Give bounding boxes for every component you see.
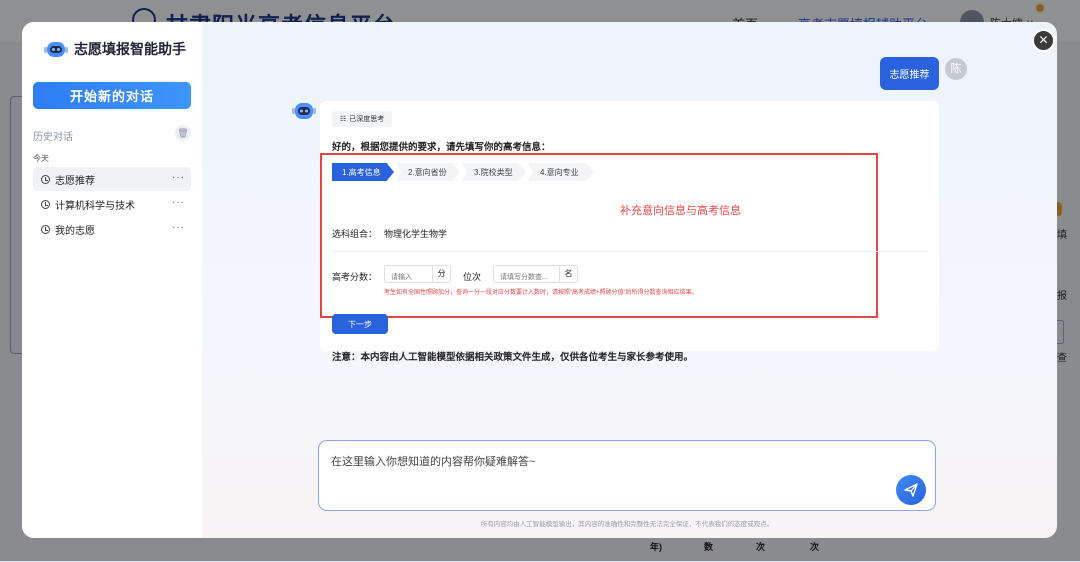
score-field: 分	[384, 265, 451, 286]
history-item-label: 志愿推荐	[55, 175, 95, 187]
rank-field: 名	[493, 265, 578, 286]
history-title: 历史对话	[33, 132, 73, 143]
subject-label: 选科组合：	[332, 229, 378, 239]
history-item-computer-science[interactable]: 计算机科学与技术 ···	[33, 192, 191, 216]
close-icon[interactable]: ✕	[1032, 29, 1055, 52]
step-target-province[interactable]: 2.意向省份	[396, 163, 460, 181]
assistant-modal: 志愿填报智能助手 开始新的对话 历史对话 🗑 今天 志愿推荐 ··· 计算机科学…	[22, 22, 1057, 538]
next-step-button[interactable]: 下一步	[332, 314, 388, 334]
brand: 志愿填报智能助手	[44, 38, 186, 60]
more-icon[interactable]: ···	[172, 172, 185, 183]
trash-icon[interactable]: 🗑	[175, 125, 191, 141]
more-icon[interactable]: ···	[172, 222, 185, 233]
subject-value: 物理化学生物学	[384, 229, 448, 239]
step-target-major[interactable]: 4.意向专业	[528, 163, 594, 181]
chat-input-box	[318, 440, 936, 511]
history-item-my-volunteer[interactable]: 我的志愿 ···	[33, 217, 191, 241]
disclaimer: 所有内容均由人工智能模型输出，其内容的准确性和完整性无法完全保证，不代表我们的态…	[480, 521, 774, 528]
history-header: 历史对话 🗑	[33, 125, 191, 143]
clock-icon	[41, 174, 50, 184]
form-steps: 1.高考信息 2.意向省份 3.院校类型 4.意向专业	[332, 163, 596, 181]
history-item-volunteer-recommend[interactable]: 志愿推荐 ···	[33, 167, 191, 191]
history-item-label: 我的志愿	[55, 225, 95, 237]
annotation-text: 补充意向信息与高考信息	[620, 205, 741, 217]
deep-think-icon: ☷	[340, 116, 347, 123]
brand-name: 志愿填报智能助手	[74, 41, 186, 57]
rank-label: 位次	[463, 272, 482, 282]
more-icon[interactable]: ···	[172, 197, 185, 208]
bot-avatar-robot-icon	[292, 100, 316, 122]
user-message-bubble: 志愿推荐	[880, 57, 939, 90]
step-school-type[interactable]: 3.院校类型	[462, 163, 526, 181]
bot-intro-text: 好的，根据您提供的要求，请先填写你的高考信息：	[332, 142, 551, 153]
bot-response-card: ☷ 已深度思考 好的，根据您提供的要求，请先填写你的高考信息： 1.高考信息 2…	[320, 101, 939, 363]
step-exam-info[interactable]: 1.高考信息	[332, 163, 394, 181]
deep-think-label: 已深度思考	[349, 116, 385, 123]
score-input[interactable]	[385, 269, 437, 286]
form-divider	[332, 251, 928, 252]
chat-input[interactable]	[329, 451, 893, 495]
send-icon	[904, 483, 918, 497]
clock-icon	[41, 199, 50, 209]
assistant-sidebar: 志愿填报智能助手 开始新的对话 历史对话 🗑 今天 志愿推荐 ··· 计算机科学…	[22, 22, 202, 538]
new-chat-button[interactable]: 开始新的对话	[33, 82, 191, 109]
score-unit: 分	[432, 266, 450, 282]
deep-think-badge[interactable]: ☷ 已深度思考	[332, 111, 393, 127]
send-button[interactable]	[896, 475, 926, 505]
user-avatar: 陈	[945, 58, 967, 80]
rank-input[interactable]	[494, 269, 564, 286]
history-item-label: 计算机科学与技术	[55, 200, 135, 212]
score-hint: 考生如有全国性照顾加分，查询一分一段对应分数要计入数时，请按照“高考成绩+照顾分…	[384, 290, 698, 296]
score-label: 高考分数：	[332, 272, 378, 282]
history-group-today: 今天	[33, 154, 49, 163]
robot-icon	[44, 39, 68, 59]
ai-notice: 注意：本内容由人工智能模型依据相关政策文件生成，仅供各位考生与家长参考使用。	[332, 352, 694, 363]
clock-icon	[41, 224, 50, 234]
rank-unit: 名	[559, 266, 577, 282]
